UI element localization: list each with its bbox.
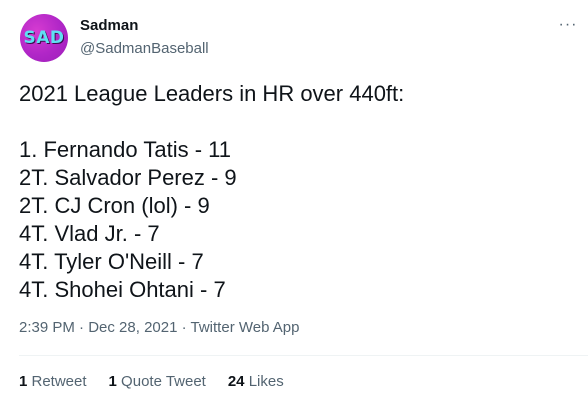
tweet-card: SAD Sadman @SadmanBaseball ··· 2021 Leag…	[0, 0, 588, 405]
more-options-button[interactable]: ···	[555, 14, 581, 36]
avatar[interactable]: SAD	[20, 14, 68, 62]
tweet-timestamp: 2:39 PM · Dec 28, 2021 · Twitter Web App	[19, 319, 299, 336]
quote-tweets-stat[interactable]: 1 Quote Tweet	[109, 373, 206, 390]
tweet-list-line: 2T. Salvador Perez - 9	[19, 165, 237, 190]
retweets-label: Retweet	[27, 373, 87, 390]
tweet-date-link[interactable]: Dec 28, 2021	[88, 319, 177, 336]
tweet-source-link[interactable]: Twitter Web App	[191, 319, 300, 336]
likes-count: 24	[227, 373, 245, 390]
tweet-stats: 1 Retweet 1 Quote Tweet 24 Likes	[19, 373, 284, 390]
tweet-text: 2021 League Leaders in HR over 440ft: 1.…	[19, 80, 574, 304]
retweets-stat[interactable]: 1 Retweet	[19, 373, 87, 390]
tweet-time-link[interactable]: 2:39 PM	[19, 319, 75, 336]
tweet-list-line: 4T. Shohei Ohtani - 7	[19, 277, 226, 302]
separator: ·	[177, 319, 191, 336]
likes-label: Likes	[244, 373, 284, 390]
separator: ·	[74, 319, 89, 336]
avatar-logo-text: SAD	[23, 28, 65, 48]
tweet-title-line: 2021 League Leaders in HR over 440ft:	[19, 81, 405, 106]
more-horizontal-icon: ···	[558, 16, 578, 33]
quote-tweets-count: 1	[108, 373, 117, 390]
tweet-list-line: 4T. Vlad Jr. - 7	[19, 221, 160, 246]
tweet-list-line: 1. Fernando Tatis - 11	[19, 137, 231, 162]
quote-tweets-label: Quote Tweet	[116, 373, 206, 390]
author-handle[interactable]: @SadmanBaseball	[80, 40, 209, 57]
likes-stat[interactable]: 24 Likes	[228, 373, 284, 390]
tweet-list-line: 4T. Tyler O'Neill - 7	[19, 249, 204, 274]
author-name[interactable]: Sadman	[80, 17, 138, 34]
divider	[19, 355, 588, 356]
tweet-list-line: 2T. CJ Cron (lol) - 9	[19, 193, 210, 218]
